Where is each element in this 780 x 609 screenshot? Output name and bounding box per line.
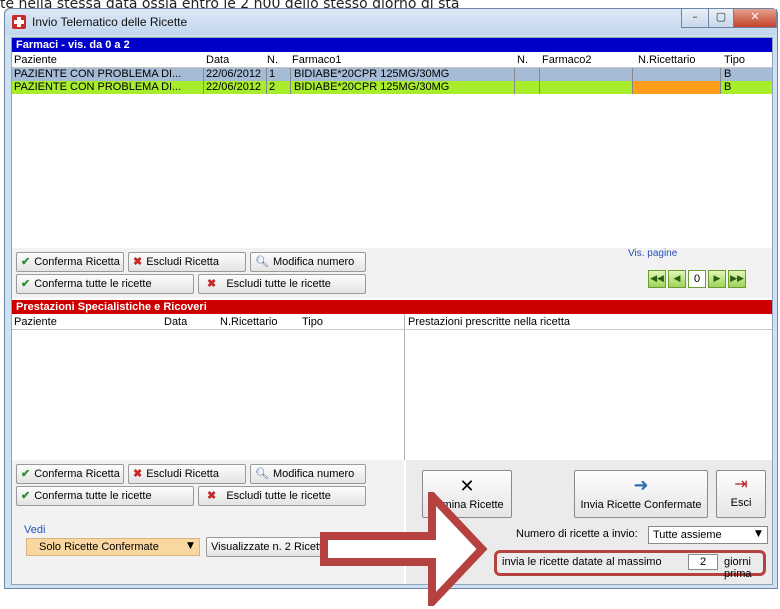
cell-ricettario-highlight <box>632 81 720 94</box>
escludi-ricetta-button[interactable]: ✖ Escludi Ricetta <box>128 464 246 484</box>
magnifier-icon: 🔍︎ <box>255 468 269 480</box>
cell-n: 2 <box>269 81 276 93</box>
cell-tipo: B <box>724 81 732 93</box>
conferma-tutte-button[interactable]: ✔ Conferma tutte le ricette <box>16 274 194 294</box>
cell-data: 22/06/2012 <box>206 68 262 80</box>
check-icon: ✔ <box>21 468 31 480</box>
next-page-icon[interactable]: ▶ <box>708 270 726 288</box>
col-prestazioni-prescritte[interactable]: Prestazioni prescritte nella ricetta <box>408 315 570 329</box>
cell-data: 22/06/2012 <box>206 81 262 93</box>
farmaci-column-headers: Paziente Data N. Farmaco1 N. Farmaco2 N.… <box>12 52 772 68</box>
grid-line <box>720 68 721 94</box>
prev-page-icon[interactable]: ◀ <box>668 270 686 288</box>
giorni-input[interactable]: 2 <box>688 554 718 570</box>
close-button[interactable]: ✕ <box>733 9 777 28</box>
col-nricettario[interactable]: N.Ricettario <box>638 53 695 67</box>
magnifier-icon: 🔍︎ <box>255 256 269 268</box>
escludi-tutte-button[interactable]: ✖ Escludi tutte le ricette <box>198 274 366 294</box>
grid-line <box>290 68 291 94</box>
col-nricettario[interactable]: N.Ricettario <box>220 315 277 329</box>
vedi-selected-value: Solo Ricette Confermate <box>39 541 159 553</box>
col-data[interactable]: Data <box>206 53 229 67</box>
chevron-down-icon[interactable]: ▼ <box>755 529 762 539</box>
conferma-tutte-button[interactable]: ✔ Conferma tutte le ricette <box>16 486 194 506</box>
col-farmaco1[interactable]: Farmaco1 <box>292 53 342 67</box>
grid-line <box>266 68 267 94</box>
cell-paziente: PAZIENTE CON PROBLEMA DI... <box>14 81 182 93</box>
app-red-cross-icon <box>12 15 26 29</box>
window-title: Invio Telematico delle Ricette <box>32 15 188 29</box>
numero-ricette-value: Tutte assieme <box>653 529 722 541</box>
col-n2[interactable]: N. <box>517 53 528 67</box>
col-paziente[interactable]: Paziente <box>14 53 57 67</box>
conferma-ricetta-button[interactable]: ✔ Conferma Ricetta <box>16 464 124 484</box>
x-icon: ✖ <box>133 468 143 480</box>
prestazioni-header: Prestazioni Specialistiche e Ricoveri <box>12 300 772 314</box>
x-icon: ✖ <box>133 256 143 268</box>
giorni-label: giorni prima <box>724 556 752 580</box>
split-divider <box>404 314 405 460</box>
col-farmaco2[interactable]: Farmaco2 <box>542 53 592 67</box>
grid-line <box>203 68 204 94</box>
escludi-ricetta-button[interactable]: ✖ Escludi Ricetta <box>128 252 246 272</box>
prestazioni-column-headers: Paziente Data N.Ricettario Tipo <box>12 314 404 330</box>
check-icon: ✔ <box>21 490 31 502</box>
grid-line <box>514 68 515 94</box>
last-page-icon[interactable]: ▶▶ <box>728 270 746 288</box>
cell-farmaco1: BIDIABE*20CPR 125MG/30MG <box>294 81 450 93</box>
cell-n: 1 <box>269 68 276 80</box>
grid-line <box>632 68 633 94</box>
cell-tipo: B <box>724 68 732 80</box>
pagination-label: Vis. pagine <box>628 248 678 259</box>
numero-ricette-label: Numero di ricette a invio: <box>516 528 638 540</box>
maximize-button[interactable]: ▢ <box>708 9 734 28</box>
background-document-text: te nella stessa data ossia entro le 2 ñ0… <box>0 0 780 8</box>
x-icon: ✖ <box>207 490 217 502</box>
chevron-down-icon[interactable]: ▼ <box>187 541 194 551</box>
numero-ricette-select[interactable]: Tutte assieme ▼ <box>648 526 768 544</box>
x-icon: ✖ <box>207 278 217 290</box>
vedi-label: Vedi <box>24 524 46 536</box>
vedi-select[interactable]: Solo Ricette Confermate ▼ <box>26 538 200 556</box>
minimize-button[interactable]: – <box>681 9 709 28</box>
col-tipo[interactable]: Tipo <box>302 315 323 329</box>
prestazioni-detail-header-bar: Prestazioni prescritte nella ricetta <box>406 314 772 330</box>
table-row[interactable]: PAZIENTE CON PROBLEMA DI... 22/06/2012 2… <box>12 81 772 94</box>
first-page-icon[interactable]: ◀◀ <box>648 270 666 288</box>
modifica-numero-button[interactable]: 🔍︎ Modifica numero <box>250 464 366 484</box>
farmaci-header: Farmaci - vis. da 0 a 2 <box>12 38 772 52</box>
table-row[interactable]: PAZIENTE CON PROBLEMA DI... 22/06/2012 1… <box>12 68 772 81</box>
check-icon: ✔ <box>21 278 31 290</box>
modifica-numero-button[interactable]: 🔍︎ Modifica numero <box>250 252 366 272</box>
annotation-arrow <box>320 492 488 606</box>
esci-button[interactable]: ⇥ Esci <box>716 470 766 518</box>
title-bar: Invio Telematico delle Ricette – ▢ ✕ <box>5 9 777 35</box>
cell-paziente: PAZIENTE CON PROBLEMA DI... <box>14 68 182 80</box>
col-data[interactable]: Data <box>164 315 187 329</box>
page-number[interactable]: 0 <box>688 270 706 288</box>
send-arrow-icon: ➜ <box>633 475 649 495</box>
check-icon: ✔ <box>21 256 31 268</box>
grid-line <box>539 68 540 94</box>
col-paziente[interactable]: Paziente <box>14 315 57 329</box>
conferma-ricetta-button[interactable]: ✔ Conferma Ricetta <box>16 252 124 272</box>
exit-door-icon: ⇥ <box>734 476 748 493</box>
col-tipo[interactable]: Tipo <box>724 53 745 67</box>
cell-farmaco1: BIDIABE*20CPR 125MG/30MG <box>294 68 450 80</box>
datate-label: invia le ricette datate al massimo <box>502 556 662 568</box>
col-n1[interactable]: N. <box>267 53 278 67</box>
invia-ricette-button[interactable]: ➜ Invia Ricette Confermate <box>574 470 708 518</box>
